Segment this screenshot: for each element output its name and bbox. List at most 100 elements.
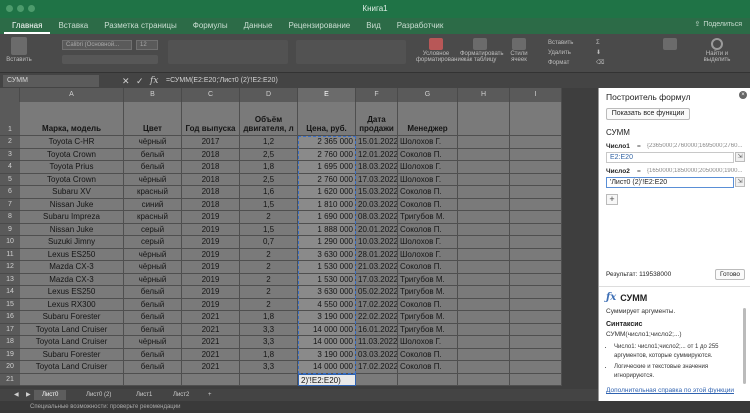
insert-cells-button[interactable]: Вставить <box>548 38 588 48</box>
cell[interactable]: Suzuki Jimny <box>20 236 124 249</box>
cell[interactable]: Шолохов Г. <box>398 248 458 261</box>
cell[interactable]: 20.01.2022 <box>356 223 398 236</box>
cell[interactable] <box>240 373 298 386</box>
cell[interactable]: 1 690 000 <box>298 211 356 224</box>
cell[interactable]: белый <box>124 286 182 299</box>
cell[interactable]: Mazda CX-3 <box>20 273 124 286</box>
cell[interactable]: 10.03.2022 <box>356 236 398 249</box>
cell[interactable]: 2 760 000 <box>298 173 356 186</box>
column-header-b[interactable]: B <box>124 88 182 102</box>
cell[interactable] <box>510 311 562 324</box>
cell[interactable] <box>510 323 562 336</box>
cell[interactable]: 1 530 000 <box>298 261 356 274</box>
add-argument-button[interactable]: + <box>606 194 618 205</box>
cell[interactable]: 2021 <box>182 311 240 324</box>
row-header[interactable]: 2 <box>0 136 20 149</box>
cell[interactable]: 2018 <box>182 186 240 199</box>
tab-page-layout[interactable]: Разметка страницы <box>96 18 185 34</box>
row-header[interactable]: 9 <box>0 223 20 236</box>
cell[interactable]: 2 <box>240 261 298 274</box>
alignment-controls[interactable] <box>168 40 288 64</box>
cell[interactable]: 1,6 <box>240 186 298 199</box>
row-header[interactable]: 11 <box>0 248 20 261</box>
cell[interactable] <box>458 323 510 336</box>
cell[interactable]: Toyota Crown <box>20 173 124 186</box>
cell[interactable] <box>398 373 458 386</box>
cell[interactable]: 12.01.2022 <box>356 148 398 161</box>
cell[interactable]: 2019 <box>182 248 240 261</box>
font-name-select[interactable]: Calibri (Основной... <box>62 40 132 50</box>
cell[interactable] <box>458 102 510 136</box>
cell[interactable]: Toyota Land Cruiser <box>20 361 124 374</box>
cell[interactable]: Шолохов Г. <box>398 336 458 349</box>
close-icon[interactable]: × <box>739 91 747 99</box>
header-cell-f[interactable]: Дата продажи <box>356 102 398 136</box>
cell[interactable]: 3,3 <box>240 361 298 374</box>
sheet-tab-list2[interactable]: Лист2 <box>165 390 197 400</box>
cell[interactable]: 1,8 <box>240 161 298 174</box>
arg1-input[interactable]: E2:E20 <box>606 152 734 163</box>
cell[interactable] <box>458 361 510 374</box>
cell[interactable] <box>510 198 562 211</box>
cell[interactable]: 2,5 <box>240 148 298 161</box>
row-header[interactable]: 15 <box>0 298 20 311</box>
cell[interactable] <box>510 173 562 186</box>
cell[interactable] <box>458 248 510 261</box>
cell[interactable]: 15.01.2022 <box>356 136 398 149</box>
cell[interactable] <box>510 102 562 136</box>
cell[interactable]: 1,2 <box>240 136 298 149</box>
cell[interactable]: Subaru Impreza <box>20 211 124 224</box>
cell[interactable]: Lexus ES250 <box>20 248 124 261</box>
cell[interactable]: 14 000 000 <box>298 361 356 374</box>
cell[interactable] <box>356 373 398 386</box>
cell[interactable] <box>510 348 562 361</box>
cell[interactable] <box>458 161 510 174</box>
cell[interactable] <box>510 186 562 199</box>
cell[interactable]: белый <box>124 348 182 361</box>
column-header-g[interactable]: G <box>398 88 458 102</box>
delete-cells-button[interactable]: Удалить <box>548 48 588 58</box>
row-header[interactable]: 10 <box>0 236 20 249</box>
cell[interactable]: 1,5 <box>240 198 298 211</box>
cell[interactable]: 3 630 000 <box>298 248 356 261</box>
cell[interactable] <box>510 148 562 161</box>
cell[interactable]: чёрный <box>124 336 182 349</box>
cell[interactable] <box>458 186 510 199</box>
find-select-button[interactable]: Найти и выделить <box>694 38 740 63</box>
cell[interactable]: серый <box>124 236 182 249</box>
cell[interactable] <box>510 248 562 261</box>
row-header[interactable]: 3 <box>0 148 20 161</box>
column-header-c[interactable]: C <box>182 88 240 102</box>
cell[interactable]: белый <box>124 148 182 161</box>
add-sheet-icon[interactable]: + <box>200 390 220 400</box>
format-as-table-button[interactable]: Форматировать как таблицу <box>460 38 504 63</box>
cell[interactable]: 2021 <box>182 323 240 336</box>
cell[interactable]: Тригубов М. <box>398 286 458 299</box>
select-all-corner[interactable] <box>0 88 20 102</box>
cell[interactable]: 2018 <box>182 161 240 174</box>
row-header[interactable]: 21 <box>0 373 20 386</box>
cell[interactable]: Соколов П. <box>398 348 458 361</box>
cell[interactable]: чёрный <box>124 136 182 149</box>
cell[interactable]: Соколов П. <box>398 148 458 161</box>
cell[interactable] <box>20 373 124 386</box>
tab-formulas[interactable]: Формулы <box>185 18 236 34</box>
tab-data[interactable]: Данные <box>236 18 281 34</box>
cell[interactable]: 1 290 000 <box>298 236 356 249</box>
cell[interactable] <box>458 261 510 274</box>
cell[interactable]: серый <box>124 223 182 236</box>
tab-view[interactable]: Вид <box>358 18 388 34</box>
cell[interactable]: 2019 <box>182 223 240 236</box>
cell[interactable]: белый <box>124 361 182 374</box>
cell[interactable]: Subaru Forester <box>20 348 124 361</box>
cell[interactable]: Тригубов М. <box>398 211 458 224</box>
cell[interactable] <box>458 348 510 361</box>
cell[interactable]: Subaru XV <box>20 186 124 199</box>
column-header-f[interactable]: F <box>356 88 398 102</box>
row-header[interactable]: 6 <box>0 186 20 199</box>
cell[interactable] <box>510 161 562 174</box>
cell[interactable]: белый <box>124 298 182 311</box>
cell[interactable] <box>510 286 562 299</box>
cell[interactable] <box>182 373 240 386</box>
header-cell-d[interactable]: Объём двигателя, л <box>240 102 298 136</box>
